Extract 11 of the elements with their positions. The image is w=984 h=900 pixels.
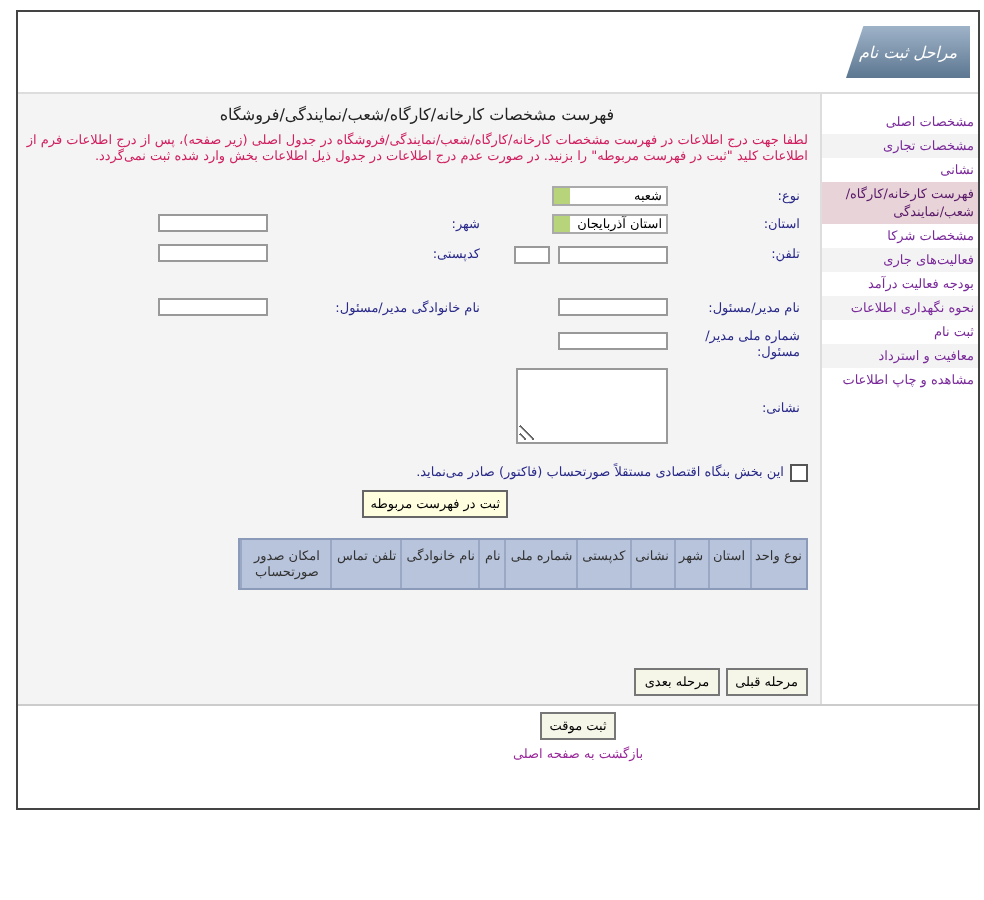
logo: مراحل ثبت نام (846, 26, 970, 78)
input-field[interactable] (158, 213, 268, 232)
form-title: فهرست مشخصات کارخانه/کارگاه/شعب/نمایندگی/فروشگاه (217, 106, 617, 124)
input-field[interactable] (158, 297, 268, 316)
area-code-field[interactable] (514, 245, 550, 264)
address-field[interactable] (516, 367, 668, 444)
phone-field[interactable] (558, 245, 668, 264)
input-field[interactable] (158, 243, 268, 262)
checkbox[interactable] (790, 463, 808, 482)
input-field[interactable] (558, 332, 668, 351)
input-field[interactable] (558, 297, 668, 316)
